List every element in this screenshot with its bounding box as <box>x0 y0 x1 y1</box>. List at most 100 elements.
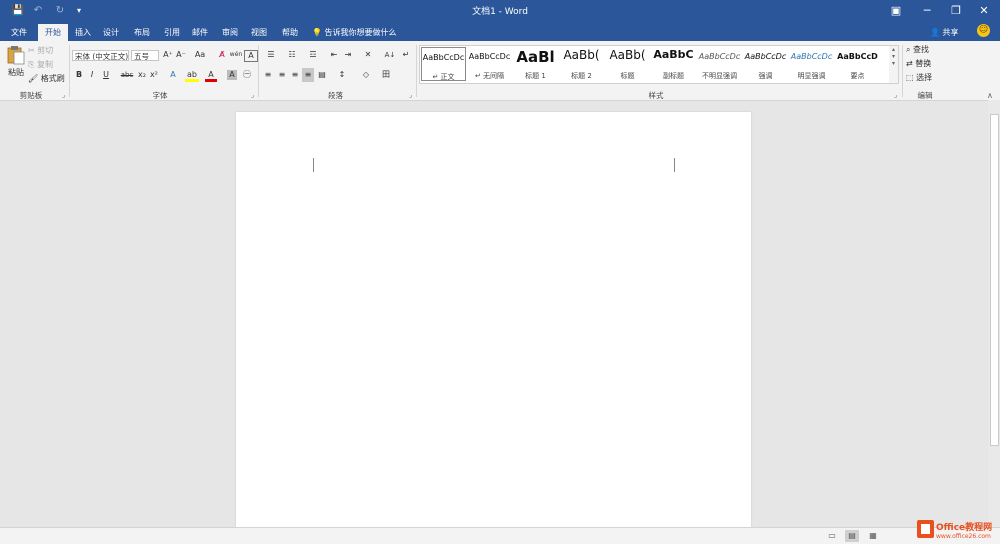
style-item[interactable]: AaBbCcDc ↵ 无间隔 <box>467 47 512 81</box>
clipboard-group-label: 剪贴板 <box>19 91 43 100</box>
character-shading-icon[interactable]: A <box>227 70 237 80</box>
font-color-icon[interactable]: A <box>205 68 217 82</box>
font-group-label: 字体 <box>152 91 168 100</box>
vertical-scrollbar[interactable] <box>988 100 1000 527</box>
office-watermark-logo: Office教程网 www.office26.com <box>916 517 1000 541</box>
enclose-characters-icon[interactable]: ㊀ <box>240 68 254 82</box>
align-center-icon[interactable]: ≡ <box>276 68 288 82</box>
paste-button[interactable]: 粘贴 <box>4 66 28 80</box>
clipboard-paste-icon[interactable] <box>7 45 25 65</box>
style-item[interactable]: AaBl 标题 1 <box>513 47 558 81</box>
web-layout-icon[interactable]: ▦ <box>866 530 880 542</box>
document-page[interactable] <box>236 112 751 527</box>
align-right-icon[interactable]: ≡ <box>289 68 301 82</box>
style-sample: AaBbCcDc <box>468 52 511 61</box>
collapse-ribbon-icon[interactable]: ∧ <box>987 91 993 100</box>
distributed-icon[interactable]: ▤ <box>316 68 328 82</box>
style-sample: AaBbCcDc <box>744 52 787 61</box>
tab-design[interactable]: 设计 <box>97 24 125 41</box>
style-sample: AaBbCcDc <box>790 52 833 61</box>
style-item[interactable]: AaBb( 标题 2 <box>559 47 604 81</box>
justify-icon[interactable]: ≡ <box>302 68 314 82</box>
print-layout-icon[interactable]: ▤ <box>845 530 859 542</box>
shrink-font-icon[interactable]: A⁻ <box>175 48 187 62</box>
style-item[interactable]: AaBbCcDc 不明显强调 <box>697 47 742 81</box>
highlight-color-icon[interactable]: ab <box>185 68 199 82</box>
tab-file[interactable]: 文件 <box>5 24 33 41</box>
style-name: 要点 <box>850 72 865 80</box>
find-button[interactable]: ⌕ 查找 <box>906 43 944 57</box>
redo-icon[interactable]: ↻ <box>53 4 67 17</box>
tell-me-search[interactable]: 💡 告诉我你想要做什么 <box>312 24 397 41</box>
close-icon[interactable]: ✕ <box>974 3 994 18</box>
format-painter-button[interactable]: 🖌 格式刷 <box>28 72 68 86</box>
tab-insert[interactable]: 插入 <box>69 24 97 41</box>
text-effects-icon[interactable]: A <box>166 68 180 82</box>
underline-button[interactable]: U <box>99 68 113 82</box>
cut-button[interactable]: ✂ 剪切 <box>28 44 68 58</box>
chinese-layout-icon[interactable]: ✕ <box>360 48 376 62</box>
tab-review[interactable]: 审阅 <box>216 24 244 41</box>
paragraph-shading-icon[interactable]: ◇ <box>358 68 374 82</box>
sort-icon[interactable]: A↓ <box>383 48 397 62</box>
clipboard-launcher-icon[interactable]: ⌟ <box>62 91 65 99</box>
subscript-button[interactable]: x₂ <box>136 68 148 82</box>
style-item[interactable]: AaBb( 标题 <box>605 47 650 81</box>
phonetic-guide-icon[interactable]: wén <box>229 48 243 62</box>
tab-help[interactable]: 帮助 <box>276 24 304 41</box>
read-mode-icon[interactable]: ▭ <box>825 530 839 542</box>
strikethrough-button[interactable]: abc <box>119 68 135 82</box>
style-item[interactable]: AaBbCcDc ↵ 正文 <box>421 47 466 81</box>
bullets-icon[interactable]: ☰ <box>262 48 280 62</box>
select-button[interactable]: ⬚ 选择 <box>906 71 944 85</box>
watermark-url: www.office26.com <box>936 533 991 540</box>
increase-indent-icon[interactable]: ⇥ <box>342 48 354 62</box>
font-size-combo[interactable]: 五号 <box>131 50 159 61</box>
ribbon-display-options-icon[interactable]: ▣ <box>886 3 906 18</box>
restore-icon[interactable]: ❐ <box>946 3 966 18</box>
align-left-icon[interactable]: ≡ <box>262 68 274 82</box>
share-button[interactable]: 👤 共享 <box>930 24 959 41</box>
customize-qat-icon[interactable]: ▾ <box>72 4 86 17</box>
copy-button[interactable]: ⎘ 复制 <box>28 58 68 72</box>
style-item[interactable]: AaBbC 副标题 <box>651 47 696 81</box>
styles-gallery-scroller[interactable]: ▴ ▾ ▾ <box>889 45 899 84</box>
undo-icon[interactable]: ↶ <box>31 4 45 17</box>
clear-formatting-icon[interactable]: A̸ <box>216 48 228 62</box>
save-icon[interactable]: 💾 <box>11 4 25 17</box>
style-name: 副标题 <box>663 72 684 80</box>
font-name-combo[interactable]: 宋体 (中文正文) <box>72 50 129 61</box>
minimize-icon[interactable]: ─ <box>917 3 937 18</box>
decrease-indent-icon[interactable]: ⇤ <box>328 48 340 62</box>
multilevel-list-icon[interactable]: ☲ <box>304 48 322 62</box>
smiley-feedback-icon[interactable]: ☺ <box>977 24 990 37</box>
change-case-icon[interactable]: Aa <box>190 48 210 62</box>
font-launcher-icon[interactable]: ⌟ <box>251 91 254 99</box>
status-bar: ▭ ▤ ▦ <box>0 527 1000 544</box>
style-item[interactable]: AaBbCcD 要点 <box>835 47 880 81</box>
borders-icon[interactable]: 田 <box>378 68 394 82</box>
tab-mailings[interactable]: 邮件 <box>186 24 214 41</box>
superscript-button[interactable]: x² <box>148 68 160 82</box>
character-border-icon[interactable]: A <box>244 50 258 62</box>
tab-view[interactable]: 视图 <box>245 24 273 41</box>
numbering-icon[interactable]: ☷ <box>283 48 301 62</box>
bold-button[interactable]: B <box>73 68 85 82</box>
tab-home[interactable]: 开始 <box>38 24 68 41</box>
style-sample: AaBb( <box>563 48 600 62</box>
style-name: 标题 1 <box>525 72 546 80</box>
style-item[interactable]: AaBbCcDc 明显强调 <box>789 47 834 81</box>
margin-corner-mark <box>313 158 314 172</box>
tab-layout[interactable]: 布局 <box>128 24 156 41</box>
show-formatting-marks-icon[interactable]: ↵ <box>400 48 412 62</box>
style-name: 标题 2 <box>571 72 592 80</box>
grow-font-icon[interactable]: A⁺ <box>162 48 174 62</box>
italic-button[interactable]: I <box>86 68 98 82</box>
scrollbar-thumb[interactable] <box>990 114 999 446</box>
line-spacing-icon[interactable]: ↕ <box>334 68 350 82</box>
styles-launcher-icon[interactable]: ⌟ <box>894 91 897 99</box>
style-item[interactable]: AaBbCcDc 强调 <box>743 47 788 81</box>
replace-button[interactable]: ⇄ 替换 <box>906 57 944 71</box>
tab-references[interactable]: 引用 <box>158 24 186 41</box>
paragraph-launcher-icon[interactable]: ⌟ <box>409 91 412 99</box>
